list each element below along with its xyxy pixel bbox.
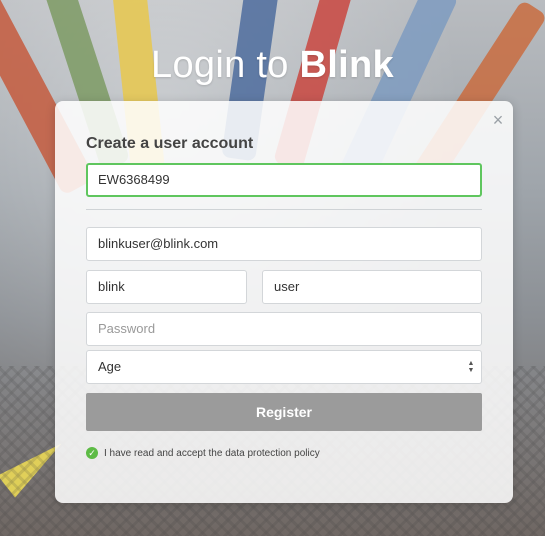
close-icon[interactable]: × xyxy=(490,111,506,129)
email-input[interactable]: blinkuser@blink.com xyxy=(86,227,482,261)
divider xyxy=(86,209,482,210)
page-title: Login to Blink xyxy=(0,44,545,87)
policy-text: I have read and accept the data protecti… xyxy=(104,447,320,459)
policy-consent[interactable]: ✓ I have read and accept the data protec… xyxy=(86,445,320,461)
dialog-heading: Create a user account xyxy=(86,135,254,152)
first-name-input[interactable]: blink xyxy=(86,270,247,304)
last-name-input[interactable]: user xyxy=(262,270,482,304)
checkmark-icon[interactable]: ✓ xyxy=(86,447,98,459)
select-arrows-icon: ▲ ▼ xyxy=(467,360,475,374)
age-select-value: Age xyxy=(98,359,122,374)
brand-name: Blink xyxy=(299,44,394,86)
age-select[interactable]: Age ▲ ▼ xyxy=(86,350,482,384)
register-button[interactable]: Register xyxy=(86,393,482,431)
username-input[interactable]: EW6368499 xyxy=(86,163,482,197)
title-prefix: Login to xyxy=(151,44,300,86)
password-input[interactable]: Password xyxy=(86,312,482,346)
